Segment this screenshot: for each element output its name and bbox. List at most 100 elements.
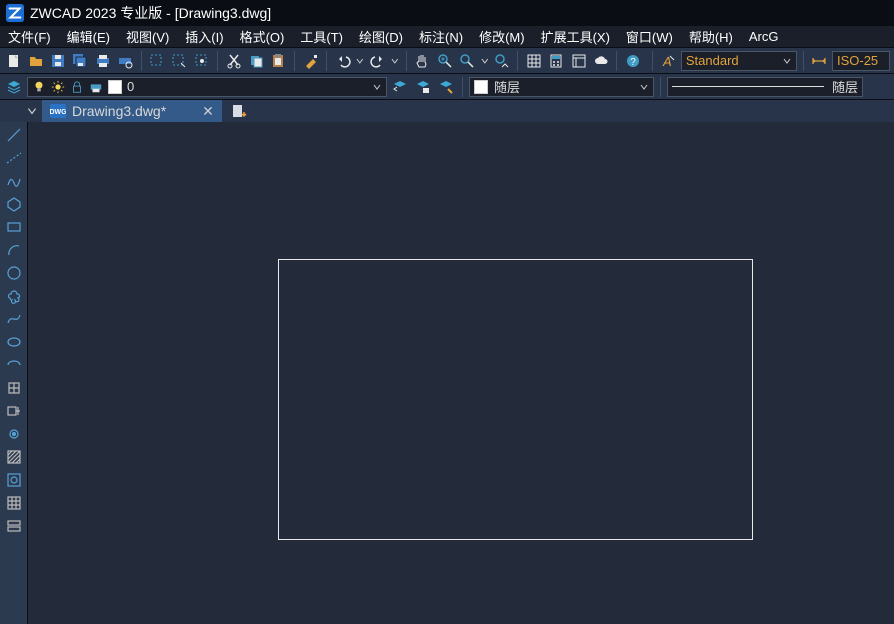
redo-dropdown-icon[interactable] bbox=[390, 56, 400, 66]
menu-extend[interactable]: 扩展工具(X) bbox=[533, 26, 618, 47]
color-combo[interactable]: 随层 bbox=[469, 77, 654, 97]
layer-combo[interactable]: 0 bbox=[27, 77, 387, 97]
linetype-value: 随层 bbox=[832, 77, 858, 96]
dwg-file-icon: DWG bbox=[50, 104, 66, 118]
table-tool-icon[interactable] bbox=[3, 494, 25, 512]
new-tab-button[interactable] bbox=[228, 100, 250, 122]
tab-list-dropdown[interactable] bbox=[22, 100, 42, 122]
select-window-icon[interactable] bbox=[170, 51, 189, 71]
menu-dim[interactable]: 标注(N) bbox=[411, 26, 471, 47]
textstyle-value: Standard bbox=[686, 53, 739, 68]
window-title: ZWCAD 2023 专业版 - [Drawing3.dwg] bbox=[30, 3, 271, 23]
menu-format[interactable]: 格式(O) bbox=[232, 26, 293, 47]
layer-state-icon[interactable] bbox=[413, 77, 433, 97]
dimstyle-combo[interactable]: ISO-25 bbox=[832, 51, 890, 71]
layer-name: 0 bbox=[127, 79, 134, 94]
textstyle-icon[interactable]: A bbox=[659, 51, 678, 71]
color-swatch bbox=[474, 80, 488, 94]
separator bbox=[217, 51, 218, 71]
circle-tool-icon[interactable] bbox=[3, 264, 25, 282]
dimstyle-value: ISO-25 bbox=[837, 53, 878, 68]
document-tab[interactable]: DWG Drawing3.dwg* ✕ bbox=[42, 100, 222, 122]
open-file-icon[interactable] bbox=[26, 51, 45, 71]
match-prop-icon[interactable] bbox=[301, 51, 320, 71]
pan-selection-icon[interactable] bbox=[192, 51, 211, 71]
app-logo-icon bbox=[6, 4, 24, 22]
toolbar-layers: 0 随层 随层 bbox=[0, 74, 894, 100]
saveall-icon[interactable] bbox=[71, 51, 90, 71]
block-create-icon[interactable] bbox=[3, 402, 25, 420]
rectangle-tool-icon[interactable] bbox=[3, 218, 25, 236]
lock-icon bbox=[70, 80, 84, 94]
menu-view[interactable]: 视图(V) bbox=[118, 26, 177, 47]
textstyle-combo[interactable]: Standard bbox=[681, 51, 797, 71]
xline-tool-icon[interactable] bbox=[3, 149, 25, 167]
line-tool-icon[interactable] bbox=[3, 126, 25, 144]
drawn-rectangle[interactable] bbox=[278, 259, 753, 540]
plot-icon bbox=[89, 80, 103, 94]
cut-icon[interactable] bbox=[224, 51, 243, 71]
ellipse-arc-tool-icon[interactable] bbox=[3, 356, 25, 374]
new-file-icon[interactable] bbox=[4, 51, 23, 71]
titlebar: ZWCAD 2023 专业版 - [Drawing3.dwg] bbox=[0, 0, 894, 26]
help-icon[interactable]: ? bbox=[623, 51, 642, 71]
menu-arcgis[interactable]: ArcG bbox=[741, 26, 787, 47]
text-tool-icon[interactable] bbox=[3, 517, 25, 535]
zoom-window-icon[interactable] bbox=[457, 51, 476, 71]
pan-icon[interactable] bbox=[413, 51, 432, 71]
menu-tools[interactable]: 工具(T) bbox=[292, 26, 351, 47]
chevron-down-icon bbox=[782, 56, 792, 66]
polygon-tool-icon[interactable] bbox=[3, 195, 25, 213]
hatch-tool-icon[interactable] bbox=[3, 448, 25, 466]
undo-dropdown-icon[interactable] bbox=[355, 56, 365, 66]
layer-prev-icon[interactable] bbox=[390, 77, 410, 97]
region-tool-icon[interactable] bbox=[3, 471, 25, 489]
zoom-dropdown-icon[interactable] bbox=[480, 56, 490, 66]
zoom-prev-icon[interactable] bbox=[492, 51, 511, 71]
menu-insert[interactable]: 插入(I) bbox=[177, 26, 231, 47]
zoom-realtime-icon[interactable] bbox=[435, 51, 454, 71]
table-icon[interactable] bbox=[524, 51, 543, 71]
menu-edit[interactable]: 编辑(E) bbox=[59, 26, 118, 47]
select-icon[interactable] bbox=[147, 51, 166, 71]
sun-icon bbox=[51, 80, 65, 94]
print-icon[interactable] bbox=[93, 51, 112, 71]
print-preview-icon[interactable] bbox=[115, 51, 134, 71]
cloud-icon[interactable] bbox=[591, 51, 610, 71]
tab-close-icon[interactable]: ✕ bbox=[202, 103, 214, 120]
drawing-canvas[interactable] bbox=[28, 122, 894, 624]
arc-tool-icon[interactable] bbox=[3, 241, 25, 259]
dimstyle-icon[interactable] bbox=[810, 51, 829, 71]
paste-icon[interactable] bbox=[269, 51, 288, 71]
revcloud-tool-icon[interactable] bbox=[3, 287, 25, 305]
separator bbox=[326, 51, 327, 71]
layer-iso-icon[interactable] bbox=[436, 77, 456, 97]
calc-icon[interactable] bbox=[547, 51, 566, 71]
separator bbox=[517, 51, 518, 71]
menu-file[interactable]: 文件(F) bbox=[0, 26, 59, 47]
layer-color-swatch bbox=[108, 80, 122, 94]
save-icon[interactable] bbox=[49, 51, 68, 71]
chevron-down-icon bbox=[372, 82, 382, 92]
undo-icon[interactable] bbox=[333, 51, 352, 71]
menu-window[interactable]: 窗口(W) bbox=[618, 26, 681, 47]
layer-manager-icon[interactable] bbox=[4, 77, 24, 97]
redo-icon[interactable] bbox=[368, 51, 387, 71]
properties-icon[interactable] bbox=[569, 51, 588, 71]
spline-tool-icon[interactable] bbox=[3, 310, 25, 328]
separator bbox=[616, 51, 617, 71]
ellipse-tool-icon[interactable] bbox=[3, 333, 25, 351]
draw-toolbar bbox=[0, 122, 28, 624]
polyline-tool-icon[interactable] bbox=[3, 172, 25, 190]
copy-icon[interactable] bbox=[246, 51, 265, 71]
new-doc-icon bbox=[231, 104, 247, 118]
menubar: 文件(F) 编辑(E) 视图(V) 插入(I) 格式(O) 工具(T) 绘图(D… bbox=[0, 26, 894, 48]
point-tool-icon[interactable] bbox=[3, 425, 25, 443]
linetype-combo[interactable]: 随层 bbox=[667, 77, 863, 97]
lightbulb-icon bbox=[32, 80, 46, 94]
color-value: 随层 bbox=[494, 77, 520, 96]
block-insert-icon[interactable] bbox=[3, 379, 25, 397]
menu-draw[interactable]: 绘图(D) bbox=[351, 26, 411, 47]
menu-help[interactable]: 帮助(H) bbox=[681, 26, 741, 47]
menu-modify[interactable]: 修改(M) bbox=[471, 26, 533, 47]
